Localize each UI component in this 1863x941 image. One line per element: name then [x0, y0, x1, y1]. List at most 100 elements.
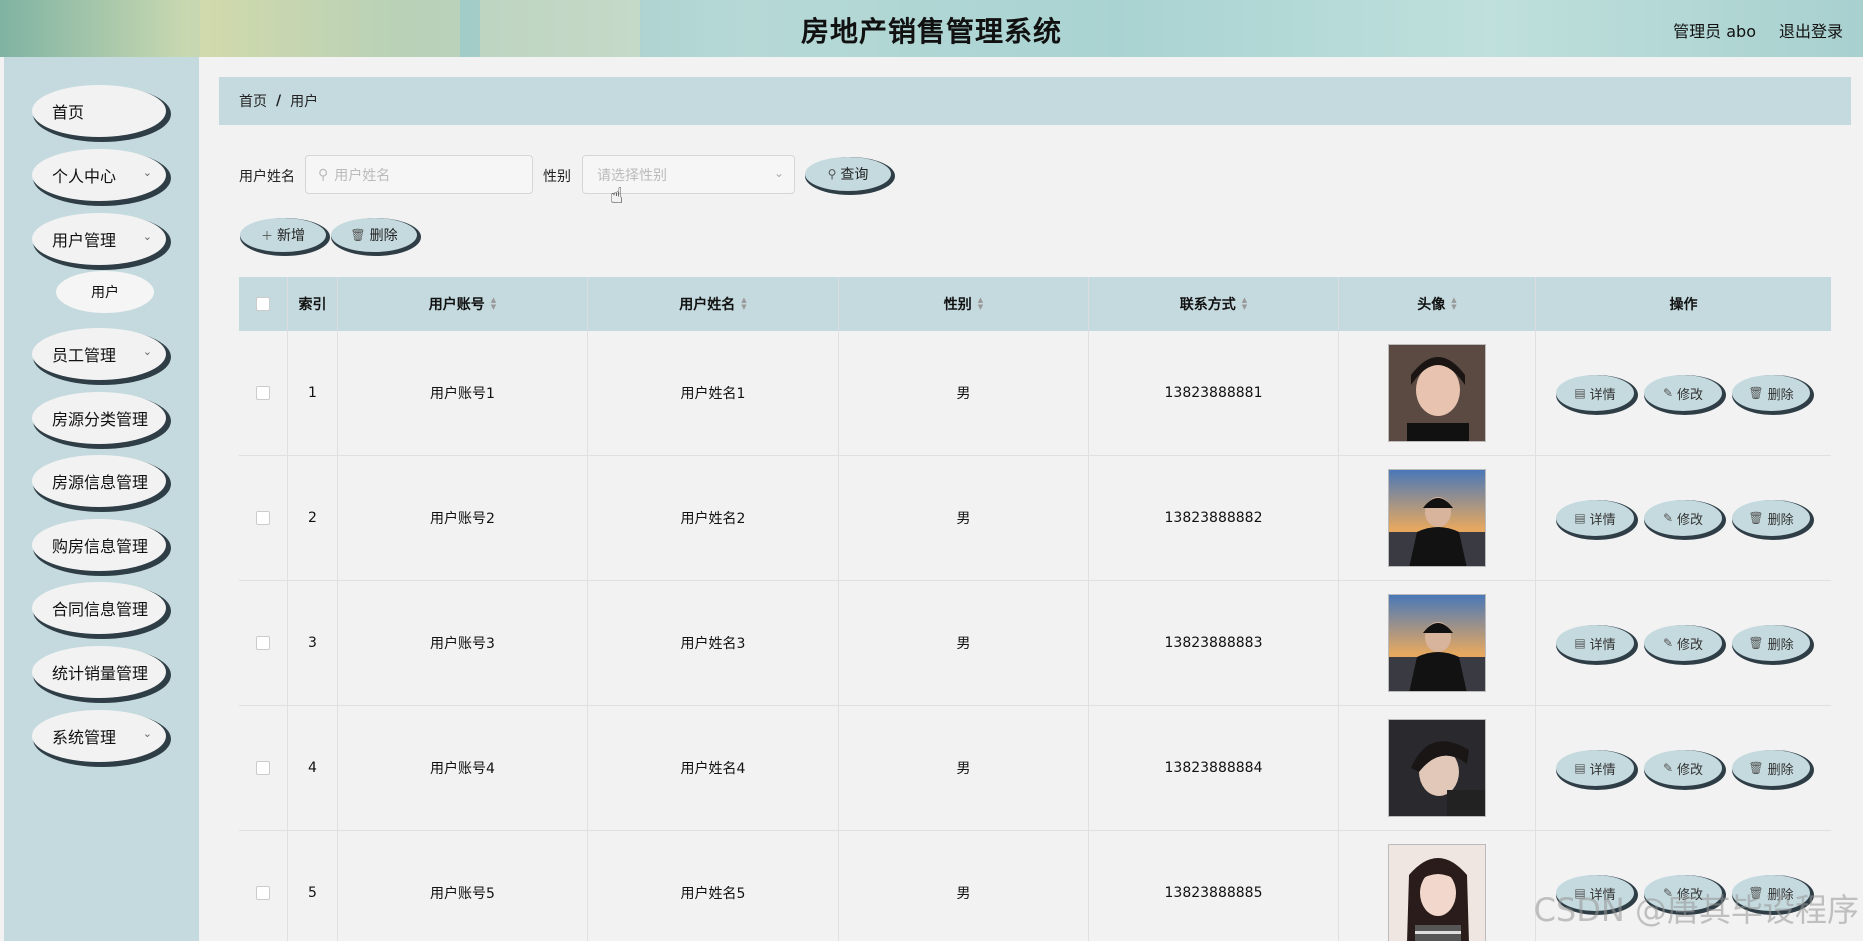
- name-search-input[interactable]: ⚲ 用户姓名: [305, 155, 533, 194]
- cell-phone: 13823888881: [1089, 331, 1339, 455]
- watermark: CSDN @唐其毕设程序: [1533, 891, 1859, 929]
- delete-button[interactable]: 🗑 删除: [1732, 625, 1810, 661]
- row-checkbox[interactable]: [256, 636, 270, 650]
- delete-button[interactable]: 🗑 删除: [1732, 750, 1810, 786]
- sidebar-item-label: 合同信息管理: [52, 600, 149, 619]
- delete-button-label: 删除: [1767, 387, 1794, 403]
- cell-gender: 男: [839, 706, 1089, 830]
- cell-actions: ▤ 详情 ✎ 修改 🗑 删除: [1536, 706, 1831, 830]
- edit-button[interactable]: ✎ 修改: [1644, 625, 1722, 661]
- add-button[interactable]: ＋ 新增: [240, 218, 326, 252]
- row-select-cell[interactable]: [239, 581, 288, 705]
- edit-button[interactable]: ✎ 修改: [1644, 750, 1722, 786]
- detail-button[interactable]: ▤ 详情: [1556, 500, 1634, 536]
- cell-avatar: [1339, 456, 1536, 580]
- avatar[interactable]: [1388, 594, 1486, 692]
- logout-link[interactable]: 退出登录: [1779, 18, 1843, 42]
- edit-button[interactable]: ✎ 修改: [1644, 500, 1722, 536]
- detail-button-label: 详情: [1589, 637, 1616, 653]
- sort-icon[interactable]: ▲ ▼: [1242, 297, 1247, 311]
- column-header-account[interactable]: 用户账号 ▲ ▼: [338, 277, 588, 331]
- sidebar-item-purchase-info[interactable]: 购房信息管理: [32, 519, 166, 571]
- current-user: 管理员 abo: [1673, 22, 1756, 41]
- sort-icon[interactable]: ▲ ▼: [741, 297, 746, 311]
- edit-button-label: 修改: [1677, 387, 1704, 403]
- avatar[interactable]: [1388, 719, 1486, 817]
- row-checkbox[interactable]: [256, 761, 270, 775]
- delete-button[interactable]: 🗑 删除: [1732, 375, 1810, 411]
- row-checkbox[interactable]: [256, 386, 270, 400]
- column-header-gender[interactable]: 性别 ▲ ▼: [839, 277, 1089, 331]
- query-button[interactable]: ⚲ 查询: [805, 157, 891, 191]
- trash-icon: 🗑: [1748, 761, 1764, 775]
- delete-button[interactable]: 🗑 删除: [1732, 500, 1810, 536]
- sort-icon[interactable]: ▲ ▼: [978, 297, 983, 311]
- detail-button[interactable]: ▤ 详情: [1556, 750, 1634, 786]
- column-header-label: 头像: [1417, 297, 1446, 313]
- trash-icon: 🗑: [350, 228, 366, 242]
- avatar[interactable]: [1388, 469, 1486, 567]
- cell-index: 3: [288, 581, 338, 705]
- detail-button-label: 详情: [1589, 512, 1616, 528]
- cell-index: 5: [288, 831, 338, 941]
- column-header-label: 用户姓名: [679, 297, 736, 313]
- sidebar-item-property-info[interactable]: 房源信息管理: [32, 455, 166, 507]
- row-select-cell[interactable]: [239, 706, 288, 830]
- column-header-name[interactable]: 用户姓名 ▲ ▼: [588, 277, 839, 331]
- sidebar-subitem-users[interactable]: 用户: [56, 271, 154, 313]
- sidebar-item-label: 房源信息管理: [52, 473, 149, 492]
- avatar[interactable]: [1388, 844, 1486, 941]
- gender-filter-label: 性别: [543, 169, 571, 185]
- sidebar-item-label: 用户管理: [52, 231, 117, 250]
- sidebar-item-system-management[interactable]: 系统管理 ⌄: [32, 710, 166, 762]
- sidebar-item-property-category[interactable]: 房源分类管理: [32, 392, 166, 444]
- edit-icon: ✎: [1662, 636, 1674, 650]
- row-select-cell[interactable]: [239, 331, 288, 455]
- sidebar-item-home[interactable]: 首页: [32, 85, 166, 137]
- table-row: 2 用户账号2 用户姓名2 男 13823888882 ▤ 详情 ✎ 修改 🗑 删除: [239, 456, 1831, 581]
- edit-icon: ✎: [1662, 511, 1674, 525]
- row-checkbox[interactable]: [256, 886, 270, 900]
- cell-actions: ▤ 详情 ✎ 修改 🗑 删除: [1536, 456, 1831, 580]
- mouse-cursor-icon: ☝: [610, 184, 624, 209]
- column-header-phone[interactable]: 联系方式 ▲ ▼: [1089, 277, 1339, 331]
- search-icon: ⚲: [318, 166, 329, 183]
- column-header-index: 索引: [288, 277, 338, 331]
- sidebar-item-sales-statistics[interactable]: 统计销量管理: [32, 646, 166, 698]
- query-button-label: 查询: [840, 167, 869, 183]
- sidebar-item-label: 购房信息管理: [52, 537, 149, 556]
- avatar[interactable]: [1388, 344, 1486, 442]
- table-row: 1 用户账号1 用户姓名1 男 13823888881 ▤ 详情 ✎ 修改 🗑 删除: [239, 331, 1831, 456]
- chevron-down-icon: ⌄: [142, 166, 152, 179]
- edit-icon: ✎: [1662, 761, 1674, 775]
- table-header: 索引 用户账号 ▲ ▼ 用户姓名 ▲ ▼ 性别 ▲ ▼ 联系方式 ▲ ▼ 头像 ▲ ▼ 操作: [239, 277, 1831, 331]
- sidebar-item-contract-info[interactable]: 合同信息管理: [32, 582, 166, 634]
- row-select-cell[interactable]: [239, 456, 288, 580]
- cell-gender: 男: [839, 331, 1089, 455]
- add-button-label: 新增: [277, 228, 305, 244]
- sidebar-item-user-management[interactable]: 用户管理 ⌄: [32, 213, 166, 265]
- detail-button[interactable]: ▤ 详情: [1556, 375, 1634, 411]
- gender-select-placeholder: 请选择性别: [597, 167, 667, 184]
- sort-icon[interactable]: ▲ ▼: [1451, 297, 1456, 311]
- column-header-actions: 操作: [1669, 297, 1698, 313]
- row-checkbox[interactable]: [256, 511, 270, 525]
- header-select-all[interactable]: [239, 277, 288, 331]
- cell-phone: 13823888883: [1089, 581, 1339, 705]
- sort-icon[interactable]: ▲ ▼: [491, 297, 496, 311]
- sidebar-item-staff-management[interactable]: 员工管理 ⌄: [32, 328, 166, 380]
- select-all-checkbox[interactable]: [256, 297, 270, 311]
- column-header-avatar[interactable]: 头像 ▲ ▼: [1339, 277, 1536, 331]
- edit-button[interactable]: ✎ 修改: [1644, 375, 1722, 411]
- cell-gender: 男: [839, 456, 1089, 580]
- detail-button-label: 详情: [1589, 762, 1616, 778]
- table-row: 3 用户账号3 用户姓名3 男 13823888883 ▤ 详情 ✎ 修改 🗑 删除: [239, 581, 1831, 706]
- row-select-cell[interactable]: [239, 831, 288, 941]
- breadcrumb-current: 用户: [290, 94, 319, 110]
- bulk-delete-button[interactable]: 🗑 删除: [331, 218, 417, 252]
- sidebar-item-profile[interactable]: 个人中心 ⌄: [32, 149, 166, 201]
- detail-button[interactable]: ▤ 详情: [1556, 625, 1634, 661]
- document-icon: ▤: [1574, 761, 1586, 775]
- breadcrumb-home[interactable]: 首页: [239, 91, 267, 111]
- cell-name: 用户姓名2: [588, 456, 839, 580]
